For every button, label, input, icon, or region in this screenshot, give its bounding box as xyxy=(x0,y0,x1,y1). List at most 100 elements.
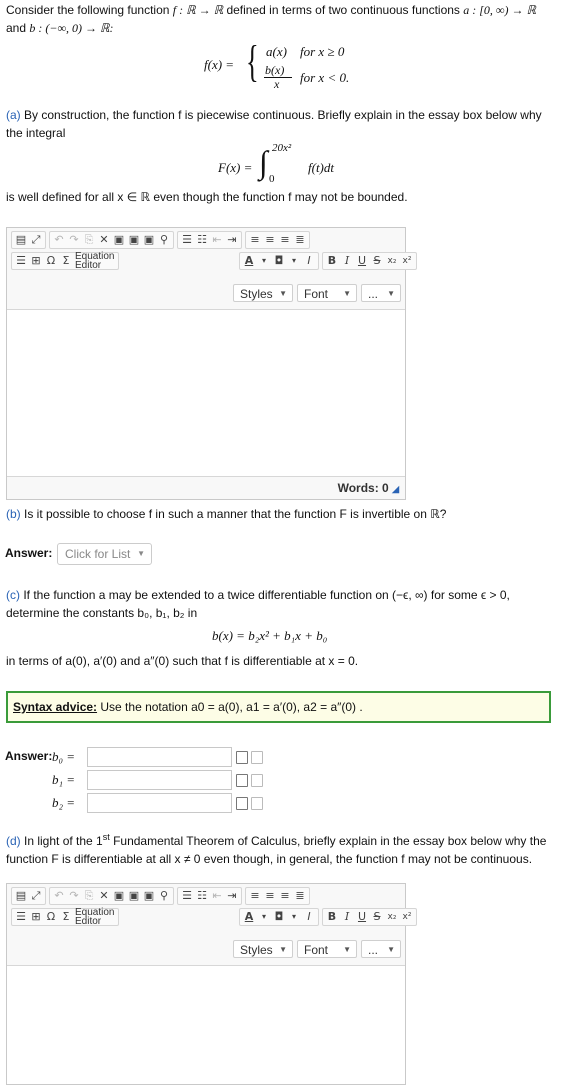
underline-icon[interactable]: U xyxy=(356,255,368,267)
paste-icon[interactable]: ▣ xyxy=(113,890,125,902)
paste-word-icon[interactable]: ▣ xyxy=(143,890,155,902)
editor-content-area[interactable] xyxy=(7,310,405,476)
styles-dropdown[interactable]: Styles ▼ xyxy=(233,284,293,302)
copy-icon[interactable]: ⎘ xyxy=(83,890,95,902)
superscript-icon[interactable]: x² xyxy=(401,911,413,923)
outdent-icon[interactable]: ⇤ xyxy=(211,890,223,902)
numbered-list-icon[interactable]: ☰ xyxy=(181,234,193,246)
bold-icon[interactable]: B xyxy=(326,255,338,267)
special-char-icon[interactable]: Ω xyxy=(45,911,57,923)
dropdown-arrow-icon[interactable]: ▾ xyxy=(288,911,300,923)
bg-color-icon[interactable]: ◘ xyxy=(273,255,285,267)
editor-content-area[interactable] xyxy=(7,966,405,1078)
maximize-icon[interactable]: ⤢ xyxy=(30,890,42,902)
align-right-icon[interactable]: ≡ xyxy=(279,234,291,246)
essay-editor-a[interactable]: ▤ ⤢ ↶ ↷ ⎘ ✕ ▣ ▣ ▣ ⚲ ☰ ☷ ⇤ ⇥ ≡ ≡ ≡ ≣ ☰ ⊞ … xyxy=(6,227,417,500)
horizontal-rule-icon[interactable]: ☰ xyxy=(15,255,27,267)
align-left-icon[interactable]: ≡ xyxy=(249,890,261,902)
underline-icon[interactable]: U xyxy=(356,911,368,923)
syntax-advice-box: Syntax advice: Use the notation a0 = a(0… xyxy=(6,691,551,723)
bulleted-list-icon[interactable]: ☷ xyxy=(196,234,208,246)
formula-editor-icon[interactable] xyxy=(236,751,248,764)
text-color-icon[interactable]: A xyxy=(243,255,255,267)
table-icon[interactable]: ⊞ xyxy=(30,911,42,923)
cut-icon[interactable]: ✕ xyxy=(98,234,110,246)
paste-icon[interactable]: ▣ xyxy=(113,234,125,246)
resize-handle-icon[interactable]: ◢ xyxy=(392,484,399,494)
justify-icon[interactable]: ≣ xyxy=(294,890,306,902)
bold-icon[interactable]: B xyxy=(326,911,338,923)
more-dropdown[interactable]: ... ▼ xyxy=(361,284,401,302)
strikethrough-icon[interactable]: S xyxy=(371,255,383,267)
remove-format-icon[interactable]: I xyxy=(303,911,315,923)
redo-icon[interactable]: ↷ xyxy=(68,234,80,246)
italic-icon[interactable]: I xyxy=(341,255,353,267)
cut-icon[interactable]: ✕ xyxy=(98,890,110,902)
find-icon[interactable]: ⚲ xyxy=(158,890,170,902)
paste-text-icon[interactable]: ▣ xyxy=(128,234,140,246)
superscript-icon[interactable]: x² xyxy=(401,255,413,267)
b2-input[interactable] xyxy=(87,793,232,813)
bg-color-icon[interactable]: ◘ xyxy=(273,911,285,923)
b0-input[interactable] xyxy=(87,747,232,767)
styles-dropdown[interactable]: Styles ▼ xyxy=(233,940,293,958)
numbered-list-icon[interactable]: ☰ xyxy=(181,890,193,902)
preview-icon[interactable] xyxy=(251,751,263,764)
chevron-down-icon: ▼ xyxy=(137,549,145,558)
remove-format-icon[interactable]: I xyxy=(303,255,315,267)
font-dropdown[interactable]: Font ▼ xyxy=(297,284,357,302)
align-center-icon[interactable]: ≡ xyxy=(264,890,276,902)
align-left-icon[interactable]: ≡ xyxy=(249,234,261,246)
answer-b-select[interactable]: Click for List ▼ xyxy=(57,543,152,565)
paste-text-icon[interactable]: ▣ xyxy=(128,890,140,902)
paste-word-icon[interactable]: ▣ xyxy=(143,234,155,246)
toolbar-row-1: ▤ ⤢ ↶ ↷ ⎘ ✕ ▣ ▣ ▣ ⚲ ☰ ☷ ⇤ ⇥ ≡ ≡ ≡ ≣ xyxy=(11,887,310,905)
dropdown-arrow-icon[interactable]: ▾ xyxy=(258,911,270,923)
part-a-text-after: is well defined for all x ∈ ℝ even thoug… xyxy=(6,190,408,204)
source-icon[interactable]: ▤ xyxy=(15,890,27,902)
b1-input[interactable] xyxy=(87,770,232,790)
align-right-icon[interactable]: ≡ xyxy=(279,890,291,902)
piecewise-definition: f(x) = { a(x) for x ≥ 0 b(x) x for x < 0… xyxy=(204,37,350,92)
redo-icon[interactable]: ↷ xyxy=(68,890,80,902)
indent-icon[interactable]: ⇥ xyxy=(226,890,238,902)
align-center-icon[interactable]: ≡ xyxy=(264,234,276,246)
undo-icon[interactable]: ↶ xyxy=(53,890,65,902)
horizontal-rule-icon[interactable]: ☰ xyxy=(15,911,27,923)
copy-icon[interactable]: ⎘ xyxy=(83,234,95,246)
justify-icon[interactable]: ≣ xyxy=(294,234,306,246)
formula-editor-icon[interactable] xyxy=(236,774,248,787)
dropdown-arrow-icon[interactable]: ▾ xyxy=(258,255,270,267)
essay-editor-d[interactable]: ▤ ⤢ ↶ ↷ ⎘ ✕ ▣ ▣ ▣ ⚲ ☰ ☷ ⇤ ⇥ ≡ ≡ ≡ ≣ ☰ ⊞ … xyxy=(6,883,417,1085)
outdent-icon[interactable]: ⇤ xyxy=(211,234,223,246)
strikethrough-icon[interactable]: S xyxy=(371,911,383,923)
part-b-text: (b) Is it possible to choose f in such a… xyxy=(6,507,447,521)
more-dropdown[interactable]: ... ▼ xyxy=(361,940,401,958)
italic-icon[interactable]: I xyxy=(341,911,353,923)
part-c-text-after: in terms of a(0), a′(0) and a″(0) such t… xyxy=(6,654,359,668)
special-char-icon[interactable]: Ω xyxy=(45,255,57,267)
text-color-icon[interactable]: A xyxy=(243,911,255,923)
source-icon[interactable]: ▤ xyxy=(15,234,27,246)
toolbar-row-2: ☰ ⊞ Ω Σ Equation Editor xyxy=(11,252,119,271)
maximize-icon[interactable]: ⤢ xyxy=(30,234,42,246)
subscript-icon[interactable]: x₂ xyxy=(386,255,398,267)
toolbar-row-2: ☰ ⊞ Ω Σ Equation Editor xyxy=(11,908,119,927)
word-count: Words: 0 ◢ xyxy=(7,476,405,499)
subscript-icon[interactable]: x₂ xyxy=(386,911,398,923)
preview-icon[interactable] xyxy=(251,797,263,810)
sigma-icon[interactable]: Σ xyxy=(60,255,72,267)
equation-editor-button[interactable]: Equation Editor xyxy=(75,252,115,271)
bulleted-list-icon[interactable]: ☷ xyxy=(196,890,208,902)
font-dropdown[interactable]: Font ▼ xyxy=(297,940,357,958)
undo-icon[interactable]: ↶ xyxy=(53,234,65,246)
sigma-icon[interactable]: Σ xyxy=(60,911,72,923)
find-icon[interactable]: ⚲ xyxy=(158,234,170,246)
indent-icon[interactable]: ⇥ xyxy=(226,234,238,246)
equation-editor-button[interactable]: Equation Editor xyxy=(75,908,115,927)
dropdown-arrow-icon[interactable]: ▾ xyxy=(288,255,300,267)
preview-icon[interactable] xyxy=(251,774,263,787)
formula-editor-icon[interactable] xyxy=(236,797,248,810)
toolbar-row-1: ▤ ⤢ ↶ ↷ ⎘ ✕ ▣ ▣ ▣ ⚲ ☰ ☷ ⇤ ⇥ ≡ ≡ ≡ ≣ xyxy=(11,231,310,249)
table-icon[interactable]: ⊞ xyxy=(30,255,42,267)
